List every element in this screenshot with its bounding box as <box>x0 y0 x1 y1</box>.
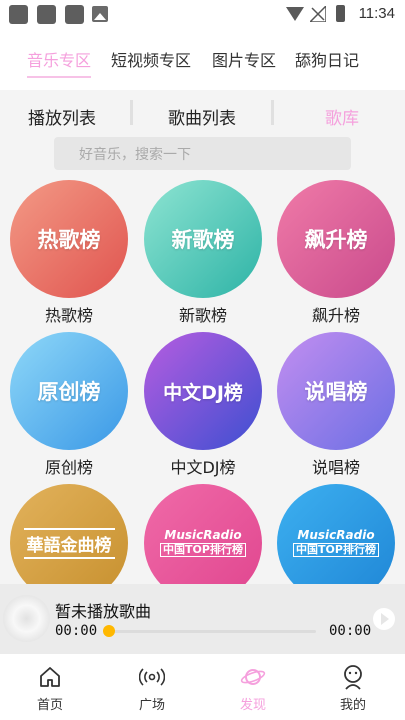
chart-cover[interactable]: 中文DJ榜 <box>144 332 262 450</box>
nav-discover[interactable]: 发现 <box>213 654 293 720</box>
time-current: 00:00 <box>55 623 98 639</box>
chart-cover[interactable]: MusicRadio 中国TOP排行榜 <box>277 484 395 584</box>
song-title: 暂未播放歌曲 <box>55 602 152 621</box>
nav-home[interactable]: 首页 <box>10 654 90 720</box>
nav-square[interactable]: 广场 <box>112 654 192 720</box>
tab-diary[interactable]: 舔狗日记 <box>295 47 359 71</box>
search-placeholder: 好音乐，搜索一下 <box>79 147 191 163</box>
time-total: 00:00 <box>329 623 372 639</box>
tab-divider <box>130 100 133 125</box>
home-icon <box>36 663 64 691</box>
mini-player[interactable]: 暂未播放歌曲 00:00 00:00 <box>0 584 405 654</box>
tab-music-zone[interactable]: 音乐专区 <box>27 47 91 71</box>
chart-cover[interactable]: MusicRadio 中国TOP排行榜 <box>144 484 262 584</box>
chart-cover[interactable]: 飙升榜 <box>277 180 395 298</box>
music-radio-logo: MusicRadio 中国TOP排行榜 <box>293 528 379 558</box>
nav-label: 首页 <box>36 698 63 713</box>
tab-playlists[interactable]: 播放列表 <box>28 104 96 129</box>
chart-label: 中文DJ榜 <box>170 458 236 477</box>
chart-label: 说唱榜 <box>311 458 360 477</box>
tab-pictures[interactable]: 图片专区 <box>212 47 276 71</box>
chart-cover[interactable]: 原创榜 <box>10 332 128 450</box>
chart-cover[interactable]: 热歌榜 <box>10 180 128 298</box>
chart-grid: 热歌榜 热歌榜 新歌榜 新歌榜 飙升榜 飙升榜 原创榜 原创榜 中文DJ榜 中文… <box>0 180 405 584</box>
wifi-icon <box>286 7 304 21</box>
bottom-nav: 首页 广场 发现 我的 <box>0 654 405 720</box>
nav-label: 广场 <box>138 698 165 713</box>
nav-label: 我的 <box>339 698 366 713</box>
chart-cover[interactable]: 新歌榜 <box>144 180 262 298</box>
chart-label: 热歌榜 <box>44 306 93 325</box>
planet-icon <box>239 663 267 691</box>
status-time: 11:34 <box>358 5 395 22</box>
music-radio-logo: MusicRadio 中国TOP排行榜 <box>160 528 246 558</box>
top-tabs: 音乐专区 短视频专区 图片专区 舔狗日记 <box>0 30 405 90</box>
image-notification-icon <box>92 6 108 22</box>
notification-icon <box>65 5 84 24</box>
status-bar: 11:34 <box>0 0 405 30</box>
signal-icon <box>310 6 326 22</box>
active-tab-indicator <box>27 76 91 78</box>
broadcast-icon <box>138 663 166 691</box>
notification-icon <box>37 5 56 24</box>
chart-cover[interactable]: 華語金曲榜 <box>10 484 128 584</box>
play-button[interactable] <box>373 608 395 630</box>
notification-icon <box>9 5 28 24</box>
tab-short-video[interactable]: 短视频专区 <box>111 47 191 71</box>
nav-mine[interactable]: 我的 <box>313 654 393 720</box>
search-input[interactable]: 好音乐，搜索一下 <box>54 137 351 170</box>
chart-label: 原创榜 <box>44 458 93 477</box>
chart-cover[interactable]: 说唱榜 <box>277 332 395 450</box>
battery-icon <box>336 5 345 22</box>
user-icon <box>339 663 367 691</box>
progress-bar[interactable] <box>108 630 316 633</box>
album-art[interactable] <box>3 595 50 642</box>
tab-song-list[interactable]: 歌曲列表 <box>168 104 236 129</box>
nav-label: 发现 <box>239 698 266 713</box>
tab-song-library[interactable]: 歌库 <box>325 104 359 129</box>
chart-label: 新歌榜 <box>178 306 227 325</box>
chart-label: 飙升榜 <box>311 306 360 325</box>
sub-tabs: 播放列表 歌曲列表 歌库 <box>0 90 405 136</box>
tab-divider <box>271 100 274 125</box>
progress-handle[interactable] <box>103 625 115 637</box>
